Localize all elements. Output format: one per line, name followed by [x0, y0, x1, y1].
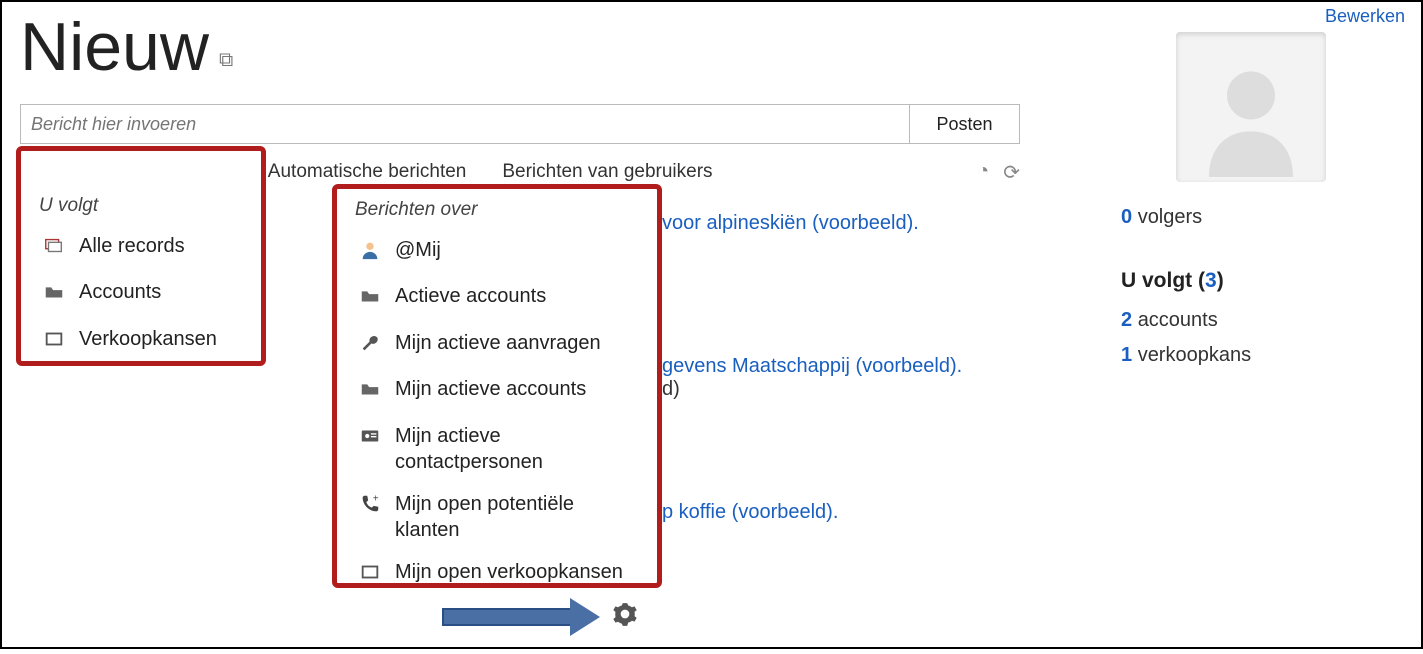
followers-label: volgers [1138, 206, 1202, 228]
card-icon [359, 425, 383, 453]
arrow-annotation [442, 600, 602, 634]
phone-plus-icon: + [359, 493, 383, 521]
feed-link[interactable]: gevens Maatschappij (voorbeeld). [662, 355, 962, 377]
following-opps-label: verkoopkans [1138, 344, 1251, 366]
feed-text: d) [662, 378, 680, 400]
menu-item-mijn-potentiele-klanten[interactable]: + Mijn open potentiële klanten [337, 483, 657, 551]
feed-link[interactable]: voor alpineskiën (voorbeeld). [662, 212, 919, 234]
folder-icon [359, 285, 383, 313]
menu-item-label: Mijn actieve aanvragen [395, 330, 643, 356]
menu-item-label: Mijn actieve accounts [395, 376, 643, 402]
page-title: Nieuw ⧉ [20, 8, 1044, 86]
presence-icon[interactable]: ◔ [977, 160, 989, 185]
edit-link[interactable]: Bewerken [1325, 6, 1405, 27]
menu-item-label: Verkoopkansen [79, 326, 247, 352]
compose-input[interactable] [21, 105, 909, 143]
menu-item-label: Actieve accounts [395, 283, 643, 309]
menu-item-mij[interactable]: @Mij [337, 229, 657, 275]
u-volgt-header: U volgt [21, 191, 261, 225]
following-header: U volgt (3) [1121, 269, 1381, 293]
menu-item-label: @Mij [395, 237, 643, 263]
avatar[interactable] [1176, 32, 1326, 182]
compose-row: Posten [20, 104, 1020, 144]
records-stack-icon [43, 235, 67, 263]
menu-item-mijn-aanvragen[interactable]: Mijn actieve aanvragen [337, 322, 657, 368]
menu-item-mijn-accounts[interactable]: Mijn actieve accounts [337, 368, 657, 414]
page-title-text: Nieuw [20, 8, 209, 86]
filter-tab-users[interactable]: Berichten van gebruikers [484, 158, 730, 186]
berichten-over-menu: Berichten over @Mij Actieve accounts Mij… [332, 184, 662, 588]
menu-item-label: Mijn open verkoopkansen [395, 559, 643, 585]
menu-item-label: Accounts [79, 279, 247, 305]
filter-tab-auto[interactable]: Automatische berichten [250, 158, 485, 186]
folder-icon [359, 378, 383, 406]
feed-link[interactable]: p koffie (voorbeeld). [662, 501, 838, 523]
svg-text:+: + [373, 493, 379, 504]
refresh-icon[interactable]: ⟳ [1003, 160, 1020, 185]
followers-line: 0 volgers [1121, 206, 1381, 229]
menu-item-actieve-accounts[interactable]: Actieve accounts [337, 275, 657, 321]
menu-item-label: Alle records [79, 233, 247, 259]
following-suffix: ) [1217, 269, 1224, 292]
following-accounts-count: 2 [1121, 309, 1132, 331]
following-opps-line[interactable]: 1 verkoopkans [1121, 344, 1381, 367]
menu-item-mijn-contactpersonen[interactable]: Mijn actieve contactpersonen [337, 415, 657, 483]
menu-item-accounts[interactable]: Accounts [21, 271, 261, 317]
menu-item-alle-records[interactable]: Alle records [21, 225, 261, 271]
following-count[interactable]: 3 [1205, 269, 1217, 292]
following-opps-count: 1 [1121, 344, 1132, 366]
gear-callout [442, 600, 638, 634]
following-accounts-label: accounts [1138, 309, 1218, 331]
wrench-icon [359, 332, 383, 360]
box-icon [43, 328, 67, 356]
u-volgt-menu: U volgt Alle records Accounts Verkoopkan… [16, 146, 266, 366]
popout-icon[interactable]: ⧉ [219, 49, 233, 72]
menu-item-label: Mijn actieve contactpersonen [395, 423, 643, 475]
following-prefix: U volgt ( [1121, 269, 1205, 292]
followers-count: 0 [1121, 206, 1132, 228]
menu-item-label: Mijn open potentiële klanten [395, 491, 643, 543]
person-icon [359, 239, 383, 267]
post-button[interactable]: Posten [909, 105, 1019, 143]
menu-item-verkoopkansen[interactable]: Verkoopkansen [21, 318, 261, 364]
box-icon [359, 561, 383, 589]
menu-item-mijn-verkoopkansen[interactable]: Mijn open verkoopkansen [337, 551, 657, 597]
berichten-over-header: Berichten over [337, 195, 657, 229]
activity-feed: voor alpineskiën (voorbeeld). gevens Maa… [662, 212, 1042, 654]
folder-icon [43, 281, 67, 309]
following-accounts-line[interactable]: 2 accounts [1121, 309, 1381, 332]
gear-icon[interactable] [612, 601, 638, 634]
profile-side-panel: 0 volgers U volgt (3) 2 accounts 1 verko… [1121, 32, 1381, 379]
